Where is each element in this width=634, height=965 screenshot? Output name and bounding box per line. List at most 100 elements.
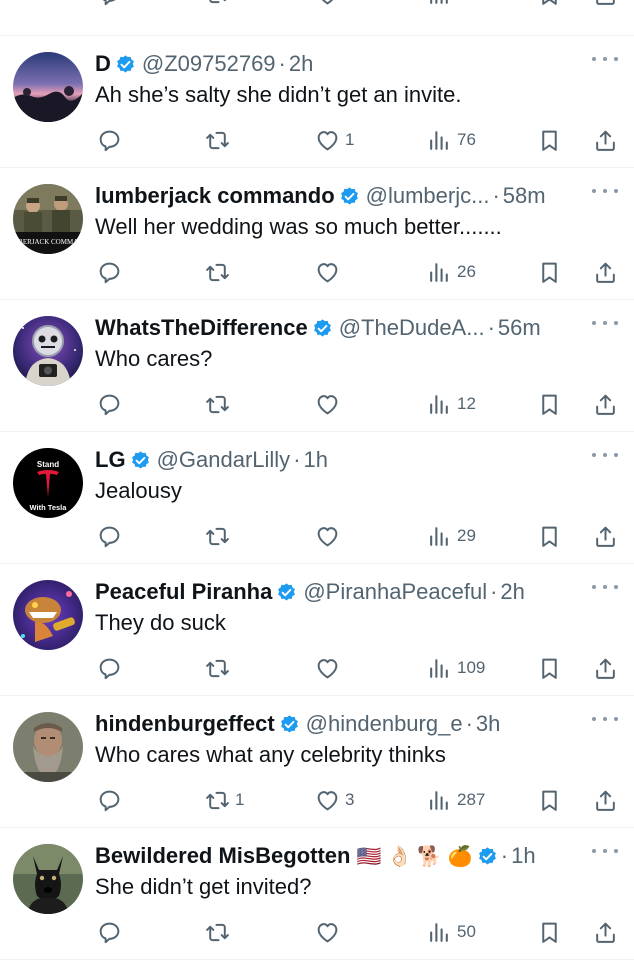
tweet[interactable]: Peaceful Piranha @PiranhaPeaceful · 2h The… <box>0 564 634 696</box>
avatar[interactable] <box>13 52 83 122</box>
tweet[interactable]: Stand With Tesla LG @GandarLilly · 1h Jeal… <box>0 432 634 564</box>
reply-button[interactable] <box>97 0 122 10</box>
user-handle[interactable]: @TheDudeA... <box>339 315 485 341</box>
separator-dot: · <box>293 447 301 472</box>
share-button[interactable] <box>593 784 618 816</box>
retweet-button[interactable]: 1 <box>205 784 244 816</box>
share-button[interactable] <box>593 256 618 288</box>
avatar[interactable] <box>13 712 83 782</box>
like-button[interactable] <box>315 388 345 420</box>
views-button[interactable]: 50 <box>427 916 476 948</box>
views-button[interactable]: 76 <box>427 124 476 156</box>
user-handle[interactable]: @PiranhaPeaceful <box>303 579 487 605</box>
heart-icon <box>317 922 338 942</box>
more-options-button[interactable] <box>592 316 618 330</box>
like-button[interactable] <box>315 916 345 948</box>
user-handle[interactable]: @GandarLilly <box>157 447 291 473</box>
retweet-button[interactable] <box>205 124 235 156</box>
timestamp[interactable]: 2h <box>289 51 313 77</box>
more-options-button[interactable] <box>592 580 618 594</box>
retweet-button[interactable] <box>205 916 235 948</box>
reply-button[interactable] <box>97 916 127 948</box>
display-name[interactable]: LG <box>95 447 126 473</box>
reply-button[interactable] <box>97 124 127 156</box>
timestamp[interactable]: 1h <box>511 843 535 869</box>
retweet-button[interactable] <box>205 520 235 552</box>
share-button[interactable] <box>593 0 618 10</box>
retweet-button[interactable] <box>205 652 235 684</box>
display-name[interactable]: lumberjack commando <box>95 183 335 209</box>
more-options-button[interactable] <box>592 712 618 726</box>
separator-dot: · <box>492 183 500 208</box>
share-button[interactable] <box>593 388 618 420</box>
avatar-text-bottom: With Tesla <box>30 503 68 512</box>
bookmark-button[interactable] <box>537 124 562 156</box>
user-handle[interactable]: @lumberjc... <box>366 183 490 209</box>
timestamp[interactable]: 3h <box>476 711 500 737</box>
bookmark-button[interactable] <box>537 652 562 684</box>
avatar[interactable] <box>13 844 83 914</box>
share-button[interactable] <box>593 124 618 156</box>
user-handle[interactable]: @hindenburg_e <box>306 711 463 737</box>
bookmark-button[interactable] <box>537 256 562 288</box>
display-name[interactable]: D <box>95 51 111 77</box>
bookmark-button[interactable] <box>537 784 562 816</box>
display-name[interactable]: hindenburgeffect <box>95 711 275 737</box>
like-button[interactable]: 6 <box>315 0 354 10</box>
tweet-text: Jealousy <box>95 478 182 503</box>
reply-button[interactable] <box>97 388 127 420</box>
tweet[interactable]: WhatsTheDifference @TheDudeA... · 56m Who … <box>0 300 634 432</box>
tweet[interactable]: Bewildered MisBegotten 🇺🇸 👌🏻 🐕 🍊 · 1h She… <box>0 828 634 960</box>
more-options-button[interactable] <box>592 52 618 66</box>
share-button[interactable] <box>593 520 618 552</box>
avatar[interactable] <box>13 580 83 650</box>
views-button[interactable]: 149 <box>427 0 485 10</box>
bookmark-button[interactable] <box>537 388 562 420</box>
display-name[interactable]: Peaceful Piranha <box>95 579 272 605</box>
views-button[interactable]: 109 <box>427 652 485 684</box>
share-button[interactable] <box>593 916 618 948</box>
like-button[interactable] <box>315 652 345 684</box>
timestamp[interactable]: 2h <box>500 579 524 605</box>
reply-button[interactable] <box>97 652 127 684</box>
tweet[interactable]: D @Z09752769 · 2h Ah she’s salty she didn’… <box>0 36 634 168</box>
more-options-button[interactable] <box>592 184 618 198</box>
like-button[interactable]: 3 <box>315 784 354 816</box>
retweet-button[interactable] <box>205 256 235 288</box>
more-options-button[interactable] <box>592 448 618 462</box>
timestamp[interactable]: 1h <box>304 447 328 473</box>
bookmark-button[interactable] <box>537 520 562 552</box>
tweet-header: Bewildered MisBegotten 🇺🇸 👌🏻 🐕 🍊 · 1h <box>95 840 586 872</box>
share-button[interactable] <box>593 652 618 684</box>
timestamp[interactable]: 56m <box>498 315 541 341</box>
reply-button[interactable] <box>97 256 127 288</box>
views-button[interactable]: 287 <box>427 784 485 816</box>
views-button[interactable]: 12 <box>427 388 476 420</box>
like-button[interactable] <box>315 256 345 288</box>
views-button[interactable]: 29 <box>427 520 476 552</box>
like-button[interactable]: 1 <box>315 124 354 156</box>
retweet-button[interactable] <box>205 0 230 10</box>
retweet-button[interactable] <box>205 388 235 420</box>
more-options-button[interactable] <box>592 844 618 858</box>
timestamp[interactable]: 58m <box>503 183 546 209</box>
user-handle[interactable]: @Z09752769 <box>142 51 276 77</box>
bookmark-button[interactable] <box>537 916 562 948</box>
reply-button[interactable] <box>97 784 127 816</box>
avatar[interactable]: LUMBERJACK COMMANDO <box>13 184 83 254</box>
like-button[interactable] <box>315 520 345 552</box>
tweet-header: WhatsTheDifference @TheDudeA... · 56m <box>95 312 586 344</box>
tweet[interactable]: hindenburgeffect @hindenburg_e · 3h Who ca… <box>0 696 634 828</box>
tweet[interactable]: LUMBERJACK COMMANDO lumberjack commando … <box>0 168 634 300</box>
views-icon <box>430 790 448 810</box>
reply-button[interactable] <box>97 520 127 552</box>
skeleton-astronaut-image <box>13 316 83 386</box>
views-icon <box>430 262 448 282</box>
avatar[interactable]: Stand With Tesla <box>13 448 83 518</box>
avatar[interactable] <box>13 316 83 386</box>
views-button[interactable]: 26 <box>427 256 476 288</box>
bookmark-button[interactable] <box>537 0 562 10</box>
bookmark-icon <box>542 394 557 415</box>
display-name[interactable]: WhatsTheDifference <box>95 315 308 341</box>
display-name[interactable]: Bewildered MisBegotten <box>95 843 350 869</box>
